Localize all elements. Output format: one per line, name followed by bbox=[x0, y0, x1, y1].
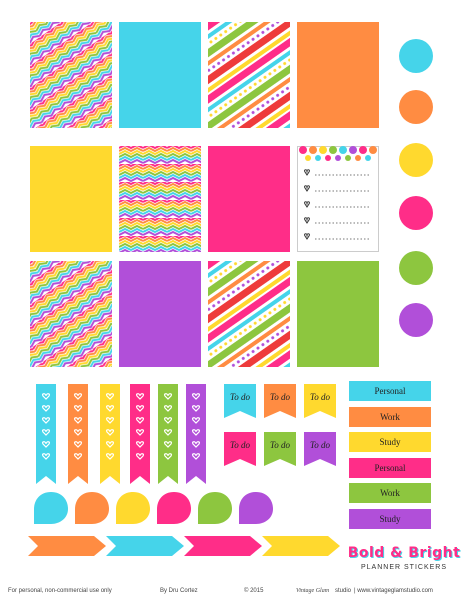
todo-banner-green: To do bbox=[264, 432, 296, 466]
drop-purple bbox=[239, 492, 273, 524]
label-study: Study bbox=[349, 509, 431, 529]
purple-box bbox=[119, 261, 201, 367]
drop-pink bbox=[157, 492, 191, 524]
heart-flag-yellow bbox=[100, 384, 120, 484]
label-text: Personal bbox=[374, 386, 406, 396]
cyan-dot bbox=[399, 39, 433, 73]
todo-label: To do bbox=[270, 440, 290, 450]
drop-orange bbox=[75, 492, 109, 524]
label-work: Work bbox=[349, 483, 431, 503]
brand: Vintage Glam bbox=[296, 588, 330, 594]
copyright: © 2015 bbox=[244, 588, 264, 594]
heart-flag-green bbox=[158, 384, 178, 484]
heart-flag-orange bbox=[68, 384, 88, 484]
drop-green bbox=[198, 492, 232, 524]
green-box bbox=[297, 261, 379, 367]
drop-cyan bbox=[34, 492, 68, 524]
todo-banner-yellow: To do bbox=[304, 384, 336, 418]
pink-dot bbox=[399, 196, 433, 230]
label-personal: Personal bbox=[349, 381, 431, 401]
title-line2: PLANNER STICKERS bbox=[360, 564, 448, 571]
purple-dot bbox=[399, 303, 433, 337]
label-text: Study bbox=[379, 514, 401, 524]
heart-flag-cyan bbox=[36, 384, 56, 484]
todo-banner-pink: To do bbox=[224, 432, 256, 466]
checklist-box bbox=[297, 146, 379, 252]
todo-banner-cyan: To do bbox=[224, 384, 256, 418]
website-url[interactable]: | www.vintageglamstudio.com bbox=[354, 588, 433, 594]
arrow-banner-yellow bbox=[262, 536, 340, 556]
label-study: Study bbox=[349, 432, 431, 452]
cyan-box bbox=[119, 22, 201, 128]
heart-flag-pink bbox=[130, 384, 150, 484]
todo-label: To do bbox=[310, 392, 330, 402]
green-dot bbox=[399, 251, 433, 285]
arrow-banner-cyan bbox=[106, 536, 184, 556]
drop-yellow bbox=[116, 492, 150, 524]
yellow-dot bbox=[399, 143, 433, 177]
arrow-banner-orange bbox=[28, 536, 106, 556]
author: By Dru Cortez bbox=[160, 588, 198, 594]
chevron-pattern-box bbox=[30, 22, 112, 128]
chevron-pattern-box bbox=[119, 146, 201, 252]
todo-label: To do bbox=[270, 392, 290, 402]
chevron-pattern-box bbox=[30, 261, 112, 367]
orange-dot bbox=[399, 90, 433, 124]
todo-banner-orange: To do bbox=[264, 384, 296, 418]
label-work: Work bbox=[349, 407, 431, 427]
stripe-pattern-box bbox=[208, 22, 290, 128]
todo-label: To do bbox=[310, 440, 330, 450]
orange-box bbox=[297, 22, 379, 128]
arrow-banner-pink bbox=[184, 536, 262, 556]
label-text: Work bbox=[380, 488, 400, 498]
label-text: Personal bbox=[374, 463, 406, 473]
todo-label: To do bbox=[230, 440, 250, 450]
title-line1: Bold & Bright bbox=[347, 545, 461, 561]
pink-box bbox=[208, 146, 290, 252]
heart-flag-purple bbox=[186, 384, 206, 484]
todo-banner-purple: To do bbox=[304, 432, 336, 466]
yellow-box bbox=[30, 146, 112, 252]
stripe-pattern-box bbox=[208, 261, 290, 367]
todo-label: To do bbox=[230, 392, 250, 402]
label-text: Work bbox=[380, 412, 400, 422]
brand-suffix: studio bbox=[335, 588, 352, 594]
label-personal: Personal bbox=[349, 458, 431, 478]
usage-note: For personal, non-commercial use only bbox=[8, 588, 112, 594]
label-text: Study bbox=[379, 437, 401, 447]
